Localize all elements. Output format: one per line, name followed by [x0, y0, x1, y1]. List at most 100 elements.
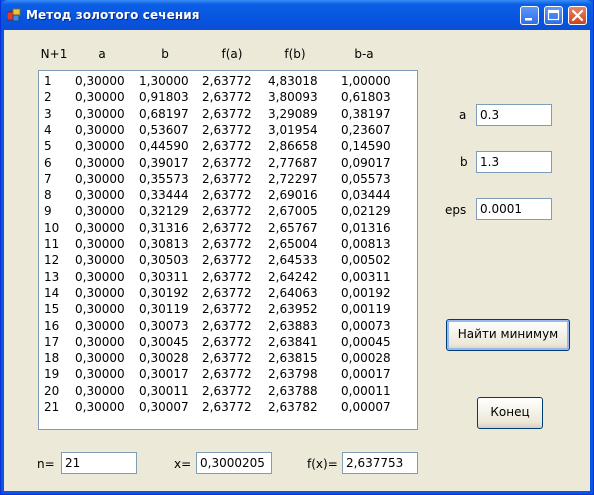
cell-fb: 2,69016 — [268, 188, 318, 203]
n-output[interactable]: 21 — [61, 452, 137, 474]
cell-fb: 3,29089 — [268, 106, 318, 121]
cell-a: 0,30000 — [75, 302, 125, 317]
fx-output[interactable]: 2,637753 — [342, 452, 418, 474]
cell-n: 17 — [44, 334, 60, 349]
cell-ba: 0,00311 — [341, 269, 391, 284]
list-item[interactable]: 6 0,30000 0,39017 2,63772 2,77687 0,09017 — [39, 156, 417, 172]
cell-n: 21 — [44, 400, 60, 414]
cell-b: 0,31316 — [139, 220, 189, 235]
cell-fa: 2,63772 — [202, 74, 252, 88]
cell-n: 14 — [44, 285, 60, 300]
header-ba: b-a — [354, 47, 374, 61]
cell-fa: 2,63772 — [202, 302, 252, 317]
end-button[interactable]: Конец — [477, 397, 543, 429]
cell-n: 1 — [44, 74, 52, 88]
list-item[interactable]: 15 0,30000 0,30119 2,63772 2,63952 0,00119 — [39, 302, 417, 318]
app-icon — [7, 8, 21, 22]
cell-fb: 2,86658 — [268, 139, 318, 154]
cell-fb: 2,63782 — [268, 400, 318, 414]
cell-fa: 2,63772 — [202, 106, 252, 121]
list-item[interactable]: 13 0,30000 0,30311 2,63772 2,64242 0,00311 — [39, 270, 417, 286]
list-item[interactable]: 17 0,30000 0,30045 2,63772 2,63841 0,00045 — [39, 335, 417, 351]
cell-n: 11 — [44, 237, 60, 251]
cell-b: 0,44590 — [139, 139, 189, 154]
cell-fa: 2,63772 — [202, 253, 252, 268]
list-item[interactable]: 11 0,30000 0,30813 2,63772 2,65004 0,00813 — [39, 237, 417, 253]
cell-ba: 0,14590 — [341, 139, 391, 154]
list-item[interactable]: 3 0,30000 0,68197 2,63772 3,29089 0,38197 — [39, 107, 417, 123]
list-item[interactable]: 21 0,30000 0,30007 2,63772 2,63782 0,00007 — [39, 400, 417, 416]
header-n: N+1 — [40, 47, 68, 61]
list-item[interactable]: 9 0,30000 0,32129 2,63772 2,67005 0,02129 — [39, 204, 417, 220]
cell-fb: 2,63883 — [268, 318, 318, 333]
cell-ba: 0,02129 — [341, 204, 391, 219]
list-item[interactable]: 7 0,30000 0,35573 2,63772 2,72297 0,05573 — [39, 172, 417, 188]
label-a: a — [459, 108, 467, 122]
list-item[interactable]: 1 0,30000 1,30000 2,63772 4,83018 1,00000 — [39, 74, 417, 90]
cell-fb: 2,77687 — [268, 155, 318, 170]
list-item[interactable]: 20 0,30000 0,30011 2,63772 2,63788 0,00011 — [39, 384, 417, 400]
x-output[interactable]: 0,3000205 — [196, 452, 272, 474]
cell-a: 0,30000 — [75, 220, 125, 235]
cell-fb: 3,80093 — [268, 90, 318, 105]
cell-ba: 0,03444 — [341, 188, 391, 203]
list-item[interactable]: 16 0,30000 0,30073 2,63772 2,63883 0,00073 — [39, 319, 417, 335]
cell-ba: 0,61803 — [341, 90, 391, 105]
maximize-button[interactable] — [544, 6, 563, 25]
a-input[interactable]: 0.3 — [476, 104, 552, 126]
cell-a: 0,30000 — [75, 237, 125, 251]
cell-b: 0,33444 — [139, 188, 189, 203]
cell-ba: 0,00028 — [341, 351, 391, 366]
close-button[interactable] — [568, 6, 587, 25]
cell-fa: 2,63772 — [202, 269, 252, 284]
cell-n: 19 — [44, 367, 60, 382]
list-item[interactable]: 5 0,30000 0,44590 2,63772 2,86658 0,14590 — [39, 139, 417, 155]
cell-n: 12 — [44, 253, 60, 268]
cell-ba: 0,00045 — [341, 334, 391, 349]
list-item[interactable]: 2 0,30000 0,91803 2,63772 3,80093 0,61803 — [39, 90, 417, 106]
cell-b: 0,32129 — [139, 204, 189, 219]
label-eps: eps — [445, 203, 467, 217]
cell-a: 0,30000 — [75, 122, 125, 137]
title-bar[interactable]: Метод золотого сечения — [1, 0, 593, 30]
cell-a: 0,30000 — [75, 334, 125, 349]
cell-fa: 2,63772 — [202, 139, 252, 154]
cell-n: 6 — [44, 155, 52, 170]
cell-fa: 2,63772 — [202, 220, 252, 235]
minimize-button[interactable] — [520, 6, 539, 25]
cell-b: 0,35573 — [139, 171, 189, 186]
cell-b: 0,30045 — [139, 334, 189, 349]
window-title: Метод золотого сечения — [26, 8, 200, 22]
cell-fa: 2,63772 — [202, 188, 252, 203]
cell-a: 0,30000 — [75, 269, 125, 284]
list-item[interactable]: 14 0,30000 0,30192 2,63772 2,64063 0,00192 — [39, 286, 417, 302]
cell-n: 3 — [44, 106, 52, 121]
cell-fa: 2,63772 — [202, 400, 252, 414]
minimize-icon — [525, 18, 532, 21]
cell-b: 0,30503 — [139, 253, 189, 268]
cell-n: 9 — [44, 204, 52, 219]
cell-a: 0,30000 — [75, 253, 125, 268]
cell-ba: 0,00192 — [341, 285, 391, 300]
eps-input[interactable]: 0.0001 — [476, 198, 552, 220]
cell-fb: 2,63841 — [268, 334, 318, 349]
cell-n: 2 — [44, 90, 52, 105]
list-item[interactable]: 19 0,30000 0,30017 2,63772 2,63798 0,00017 — [39, 367, 417, 383]
cell-a: 0,30000 — [75, 318, 125, 333]
find-minimum-button[interactable]: Найти минимум — [446, 319, 570, 351]
cell-b: 0,30192 — [139, 285, 189, 300]
cell-ba: 0,23607 — [341, 122, 391, 137]
list-item[interactable]: 10 0,30000 0,31316 2,63772 2,65767 0,01316 — [39, 221, 417, 237]
cell-fa: 2,63772 — [202, 122, 252, 137]
cell-fb: 4,83018 — [268, 74, 318, 88]
list-item[interactable]: 12 0,30000 0,30503 2,63772 2,64533 0,00502 — [39, 253, 417, 269]
cell-fa: 2,63772 — [202, 237, 252, 251]
b-input[interactable]: 1.3 — [476, 151, 552, 173]
list-item[interactable]: 18 0,30000 0,30028 2,63772 2,63815 0,00028 — [39, 351, 417, 367]
results-listbox[interactable]: 1 0,30000 1,30000 2,63772 4,83018 1,00000 2 0,3… — [38, 70, 418, 430]
cell-n: 15 — [44, 302, 60, 317]
list-item[interactable]: 8 0,30000 0,33444 2,63772 2,69016 0,03444 — [39, 188, 417, 204]
cell-a: 0,30000 — [75, 188, 125, 203]
list-item[interactable]: 4 0,30000 0,53607 2,63772 3,01954 0,23607 — [39, 123, 417, 139]
cell-n: 7 — [44, 171, 52, 186]
